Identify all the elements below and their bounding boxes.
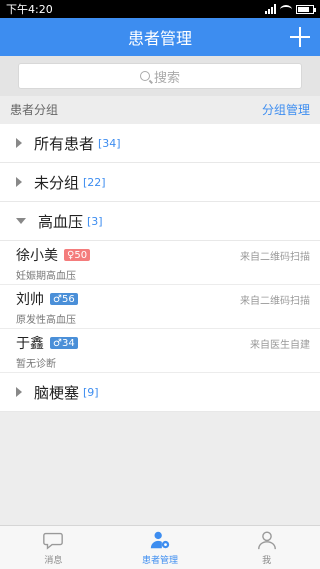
- chevron-right-icon: [16, 387, 22, 397]
- patient-row[interactable]: 徐小美 ♀ 50 来自二维码扫描 妊娠期高血压: [0, 241, 320, 285]
- status-time: 下午4:20: [6, 3, 53, 16]
- status-icons: [265, 4, 316, 14]
- nav-bar: 患者管理: [0, 18, 320, 56]
- search-placeholder: 搜索: [153, 70, 180, 86]
- add-icon[interactable]: [288, 25, 312, 49]
- group-count: [34]: [98, 136, 121, 150]
- patient-gear-icon: [150, 531, 170, 549]
- patient-name: 刘帅: [16, 292, 44, 308]
- patient-age: 34: [61, 337, 75, 349]
- battery-icon: [296, 4, 316, 14]
- group-name: 脑梗塞: [34, 383, 80, 402]
- group-name: 所有患者: [34, 134, 95, 153]
- status-bar: 下午4:20: [0, 0, 320, 18]
- patient-row[interactable]: 刘帅 ♂ 56 来自二维码扫描 原发性高血压: [0, 285, 320, 329]
- group-section-label: 患者分组: [10, 102, 59, 117]
- chevron-right-icon: [16, 138, 22, 148]
- patient-name: 徐小美: [16, 248, 58, 264]
- group-name: 未分组: [34, 173, 80, 192]
- male-icon: ♂: [53, 293, 62, 305]
- group-cerebral-infarction[interactable]: 脑梗塞 [9]: [0, 373, 320, 412]
- search-bar: 搜索: [0, 56, 320, 96]
- search-input[interactable]: 搜索: [18, 63, 302, 89]
- group-all-patients[interactable]: 所有患者 [34]: [0, 124, 320, 163]
- male-icon: ♂: [53, 337, 62, 349]
- tab-label: 我: [262, 556, 272, 566]
- patient-source: 来自二维码扫描: [240, 296, 310, 307]
- group-count: [9]: [83, 385, 99, 399]
- signal-icon: [265, 4, 276, 14]
- tab-bar: 消息 患者管理 我: [0, 525, 320, 569]
- tab-label: 消息: [44, 556, 63, 566]
- patient-source: 来自二维码扫描: [240, 252, 310, 263]
- patient-diagnosis: 暂无诊断: [16, 359, 56, 370]
- patient-name: 于鑫: [16, 336, 44, 352]
- tab-messages[interactable]: 消息: [0, 526, 107, 569]
- chevron-right-icon: [16, 177, 22, 187]
- wifi-icon: [280, 4, 292, 14]
- gender-age-badge: ♀ 50: [64, 249, 91, 261]
- tab-label: 患者管理: [142, 556, 179, 566]
- female-icon: ♀: [67, 249, 75, 261]
- patient-age: 50: [74, 249, 88, 261]
- group-section-header: 患者分组 分组管理: [0, 96, 320, 122]
- gender-age-badge: ♂ 34: [50, 337, 78, 349]
- search-icon: [139, 71, 150, 81]
- tab-patient-management[interactable]: 患者管理: [107, 526, 214, 569]
- gender-age-badge: ♂ 56: [50, 293, 78, 305]
- manage-groups-link[interactable]: 分组管理: [262, 101, 310, 118]
- patient-diagnosis: 妊娠期高血压: [16, 271, 76, 282]
- group-count: [22]: [83, 175, 106, 189]
- patient-row[interactable]: 于鑫 ♂ 34 来自医生自建 暂无诊断: [0, 329, 320, 373]
- group-ungrouped[interactable]: 未分组 [22]: [0, 163, 320, 202]
- patient-age: 56: [61, 293, 75, 305]
- chat-bubble-icon: [43, 532, 64, 550]
- patient-diagnosis: 原发性高血压: [16, 315, 76, 326]
- chevron-down-icon: [16, 218, 26, 224]
- group-name: 高血压: [38, 212, 84, 231]
- tab-me[interactable]: 我: [213, 526, 320, 569]
- group-count: [3]: [87, 214, 103, 228]
- page-title: 患者管理: [127, 29, 192, 48]
- group-hypertension[interactable]: 高血压 [3]: [0, 202, 320, 241]
- patient-source: 来自医生自建: [250, 340, 310, 351]
- patient-group-list: 所有患者 [34] 未分组 [22] 高血压 [3] 徐小美 ♀ 50 来自二维…: [0, 124, 320, 412]
- person-icon: [257, 531, 276, 550]
